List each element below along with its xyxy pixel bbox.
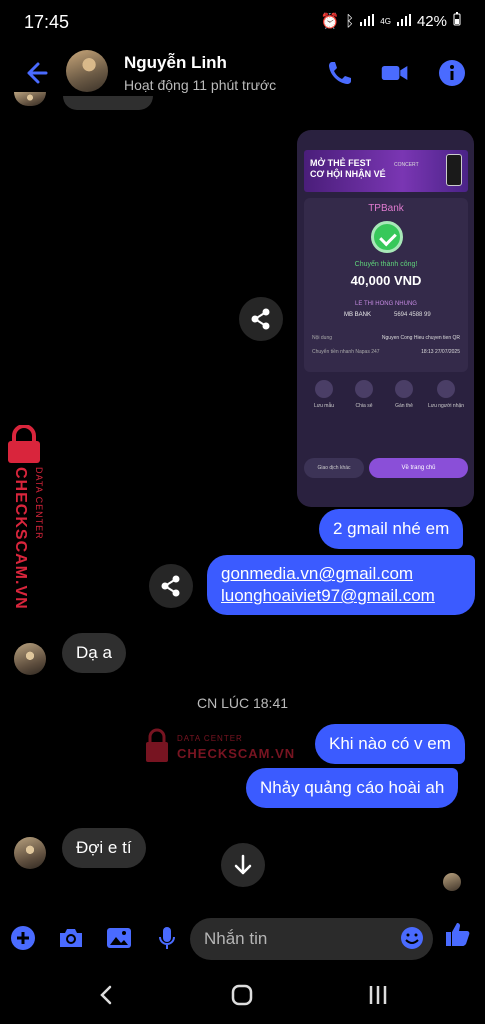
- gallery-icon[interactable]: [105, 924, 133, 952]
- timestamp-divider: CN LÚC 18:41: [196, 695, 289, 711]
- save-template-action: Lưu mẫu: [304, 380, 344, 409]
- watermark-vertical: CHECKSCAM.VN DATA CENTER: [4, 424, 52, 630]
- share-button[interactable]: [239, 297, 283, 341]
- nav-home-icon[interactable]: [227, 980, 257, 1010]
- bank-logo: TPBank: [368, 203, 404, 214]
- content-label: Nội dung: [312, 335, 333, 341]
- active-status: Hoạt động 11 phút trước: [124, 77, 277, 93]
- watermark-vertical-top: DATA CENTER: [34, 467, 44, 540]
- chat-header: Nguyễn Linh Hoạt động 11 phút trước: [0, 44, 485, 104]
- share-icon: [251, 308, 270, 330]
- tag-action: Gán thẻ: [384, 380, 424, 409]
- recipient-name: LE THI HONG NHUNG: [355, 301, 417, 307]
- emoji-icon[interactable]: [398, 924, 426, 952]
- email-link-1[interactable]: gonmedia.vn@gmail.com: [221, 563, 461, 585]
- promo-banner: MỞ THẺ FEST CƠ HỘI NHẬN VÉ CONCERT: [304, 150, 468, 192]
- watermark-label-top: DATA CENTER: [177, 734, 243, 743]
- account-number: 5694 4588 99: [394, 312, 431, 318]
- receipt-actions: Lưu mẫu Chia sẻ Gán thẻ Lưu người nhận: [304, 380, 468, 420]
- watermark-lock-icon: [8, 424, 40, 463]
- microphone-icon[interactable]: [153, 924, 181, 952]
- status-time: 17:45: [24, 12, 70, 32]
- success-text: Chuyển thành công!: [354, 261, 418, 268]
- arrow-down-icon: [234, 854, 252, 875]
- content-value: Nguyen Cong Hieu chuyen tien QR: [381, 335, 460, 341]
- share-icon: [161, 575, 180, 597]
- camera-icon[interactable]: [57, 924, 85, 952]
- banner-logo: CONCERT: [394, 162, 419, 168]
- other-transaction-button: Giao dịch khác: [304, 458, 364, 478]
- seen-indicator-avatar: [443, 873, 461, 891]
- transfer-label: Chuyển tiền nhanh Napas 247: [312, 349, 380, 355]
- contact-avatar-small[interactable]: [14, 837, 46, 869]
- video-call-icon[interactable]: [380, 58, 410, 88]
- plus-icon[interactable]: [9, 924, 37, 952]
- battery-percent: 42%: [416, 12, 447, 30]
- nav-back-icon[interactable]: [92, 980, 122, 1010]
- nav-recents-icon[interactable]: [363, 980, 393, 1010]
- message-input[interactable]: [190, 918, 433, 960]
- transfer-amount: 40,000 VND: [350, 273, 422, 288]
- message-composer: [0, 912, 485, 964]
- transfer-time: 18:13 27/07/2025: [421, 349, 460, 355]
- status-bar: 17:45 ⏰ ᛒ 4G 42%: [0, 0, 485, 44]
- thumbs-up-icon[interactable]: [443, 920, 471, 948]
- signal-icon: [360, 13, 375, 30]
- success-check-icon: [371, 221, 403, 253]
- share-action: Chia sẻ: [344, 380, 384, 409]
- alarm-icon: ⏰: [320, 13, 340, 30]
- phone-graphic: [446, 154, 462, 186]
- previous-message-bubble: [63, 96, 153, 110]
- system-nav-bar: [0, 966, 485, 1024]
- receipt-card: TPBank Chuyển thành công! 40,000 VND LE …: [304, 198, 468, 372]
- message-bubble-emails[interactable]: gonmedia.vn@gmail.com luonghoaiviet97@gm…: [207, 555, 475, 615]
- contact-avatar[interactable]: [66, 50, 108, 92]
- info-icon[interactable]: [437, 58, 467, 88]
- watermark-vertical-main: CHECKSCAM.VN: [12, 467, 29, 610]
- banner-text: MỞ THẺ FEST CƠ HỘI NHẬN VÉ: [310, 158, 386, 179]
- transfer-receipt-image[interactable]: MỞ THẺ FEST CƠ HỘI NHẬN VÉ CONCERT TPBan…: [297, 130, 474, 507]
- message-bubble-outgoing[interactable]: Khi nào có v em: [315, 724, 465, 764]
- home-button: Về trang chủ: [369, 458, 468, 478]
- message-bubble-incoming[interactable]: Dạ a: [62, 633, 126, 673]
- message-bubble-outgoing[interactable]: Nhảy quảng cáo hoài ah: [246, 768, 459, 808]
- network-type: 4G: [380, 16, 391, 26]
- share-button-2[interactable]: [149, 564, 193, 608]
- bluetooth-icon: ᛒ: [345, 12, 355, 30]
- watermark-label-main: CHECKSCAM.VN: [177, 746, 296, 761]
- email-link-2[interactable]: luonghoaiviet97@gmail.com: [221, 585, 461, 607]
- back-arrow-icon[interactable]: [18, 56, 52, 90]
- message-bubble-incoming[interactable]: Đợi e tí: [62, 828, 146, 868]
- battery-icon: [453, 12, 461, 30]
- contact-name[interactable]: Nguyễn Linh: [124, 53, 227, 73]
- watermark-logo: DATA CENTER CHECKSCAM.VN: [145, 728, 305, 764]
- recipient-bank: MB BANK: [344, 312, 372, 318]
- signal-icon-2: [396, 13, 411, 30]
- scroll-to-bottom-button[interactable]: [221, 843, 265, 887]
- status-icons: ⏰ ᛒ 4G 42%: [321, 12, 461, 30]
- save-recipient-action: Lưu người nhận: [426, 380, 466, 409]
- phone-call-icon[interactable]: [325, 58, 355, 88]
- contact-avatar-small[interactable]: [14, 643, 46, 675]
- message-bubble-outgoing[interactable]: 2 gmail nhé em: [319, 509, 464, 549]
